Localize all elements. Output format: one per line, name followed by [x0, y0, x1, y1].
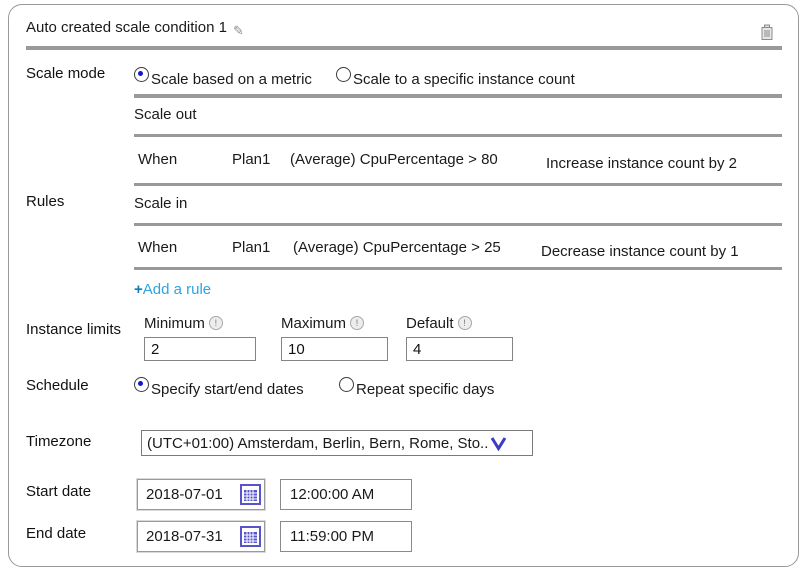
timezone-select[interactable]: (UTC+01:00) Amsterdam, Berlin, Bern, Rom… [141, 430, 533, 456]
rule-resource: Plan1 [232, 239, 270, 256]
divider [134, 267, 782, 270]
start-date-label: Start date [26, 483, 91, 500]
radio-unselected-icon[interactable] [339, 377, 354, 392]
radio-label[interactable]: Scale to a specific instance count [353, 71, 575, 88]
default-input[interactable] [406, 337, 513, 361]
start-date-value: 2018-07-01 [146, 486, 240, 503]
rule-resource: Plan1 [232, 151, 270, 168]
radio-selected-icon[interactable] [134, 377, 149, 392]
timezone-label: Timezone [26, 433, 91, 450]
info-icon[interactable]: ! [209, 316, 223, 330]
calendar-icon[interactable] [240, 484, 261, 505]
info-icon[interactable]: ! [458, 316, 472, 330]
radio-selected-icon[interactable] [134, 67, 149, 82]
scale-mode-option-metric[interactable]: Scale based on a metric [134, 67, 312, 88]
chevron-down-icon [490, 436, 507, 451]
divider [134, 223, 782, 226]
end-date-input[interactable]: 2018-07-31 [137, 521, 265, 552]
end-time-value: 11:59:00 PM [290, 528, 374, 545]
timezone-value: (UTC+01:00) Amsterdam, Berlin, Bern, Rom… [147, 435, 488, 452]
maximum-input[interactable] [281, 337, 388, 361]
scale-mode-option-instance-count[interactable]: Scale to a specific instance count [336, 67, 575, 88]
scale-in-header: Scale in [134, 195, 187, 212]
schedule-option-repeat-days[interactable]: Repeat specific days [339, 377, 494, 398]
divider [134, 134, 782, 137]
rule-when: When [138, 151, 177, 168]
scale-mode-label: Scale mode [26, 65, 105, 82]
delete-condition-icon[interactable] [760, 24, 774, 46]
edit-title-icon[interactable]: ✎ [233, 23, 244, 39]
end-date-label: End date [26, 525, 86, 542]
divider [26, 46, 782, 50]
minimum-field-label: Minimum! [144, 315, 223, 333]
rule-when: When [138, 239, 177, 256]
end-time-input[interactable]: 11:59:00 PM [280, 521, 412, 552]
radio-label[interactable]: Specify start/end dates [151, 381, 304, 398]
start-time-input[interactable]: 12:00:00 AM [280, 479, 412, 510]
condition-title: Auto created scale condition 1 [26, 19, 227, 39]
add-rule-link[interactable]: +Add a rule [134, 281, 211, 298]
default-field-label: Default! [406, 315, 472, 333]
end-date-value: 2018-07-31 [146, 528, 240, 545]
radio-unselected-icon[interactable] [336, 67, 351, 82]
rule-action: Decrease instance count by 1 [541, 243, 739, 260]
radio-label[interactable]: Scale based on a metric [151, 71, 312, 88]
schedule-option-start-end[interactable]: Specify start/end dates [134, 377, 304, 398]
maximum-field-label: Maximum! [281, 315, 364, 333]
divider [134, 94, 782, 98]
start-date-input[interactable]: 2018-07-01 [137, 479, 265, 510]
divider [134, 183, 782, 186]
scale-condition-panel: Auto created scale condition 1 ✎ Scale m… [8, 4, 799, 567]
instance-limits-label: Instance limits [26, 321, 121, 338]
rule-condition: (Average) CpuPercentage > 80 [290, 151, 498, 168]
rule-action: Increase instance count by 2 [546, 155, 737, 172]
scale-out-header: Scale out [134, 106, 197, 123]
rule-condition: (Average) CpuPercentage > 25 [293, 239, 501, 256]
schedule-label: Schedule [26, 377, 89, 394]
calendar-icon[interactable] [240, 526, 261, 547]
radio-label[interactable]: Repeat specific days [356, 381, 494, 398]
rules-label: Rules [26, 193, 64, 210]
minimum-input[interactable] [144, 337, 256, 361]
plus-icon: + [134, 281, 143, 298]
info-icon[interactable]: ! [350, 316, 364, 330]
start-time-value: 12:00:00 AM [290, 486, 374, 503]
panel-header: Auto created scale condition 1 ✎ [26, 19, 244, 39]
